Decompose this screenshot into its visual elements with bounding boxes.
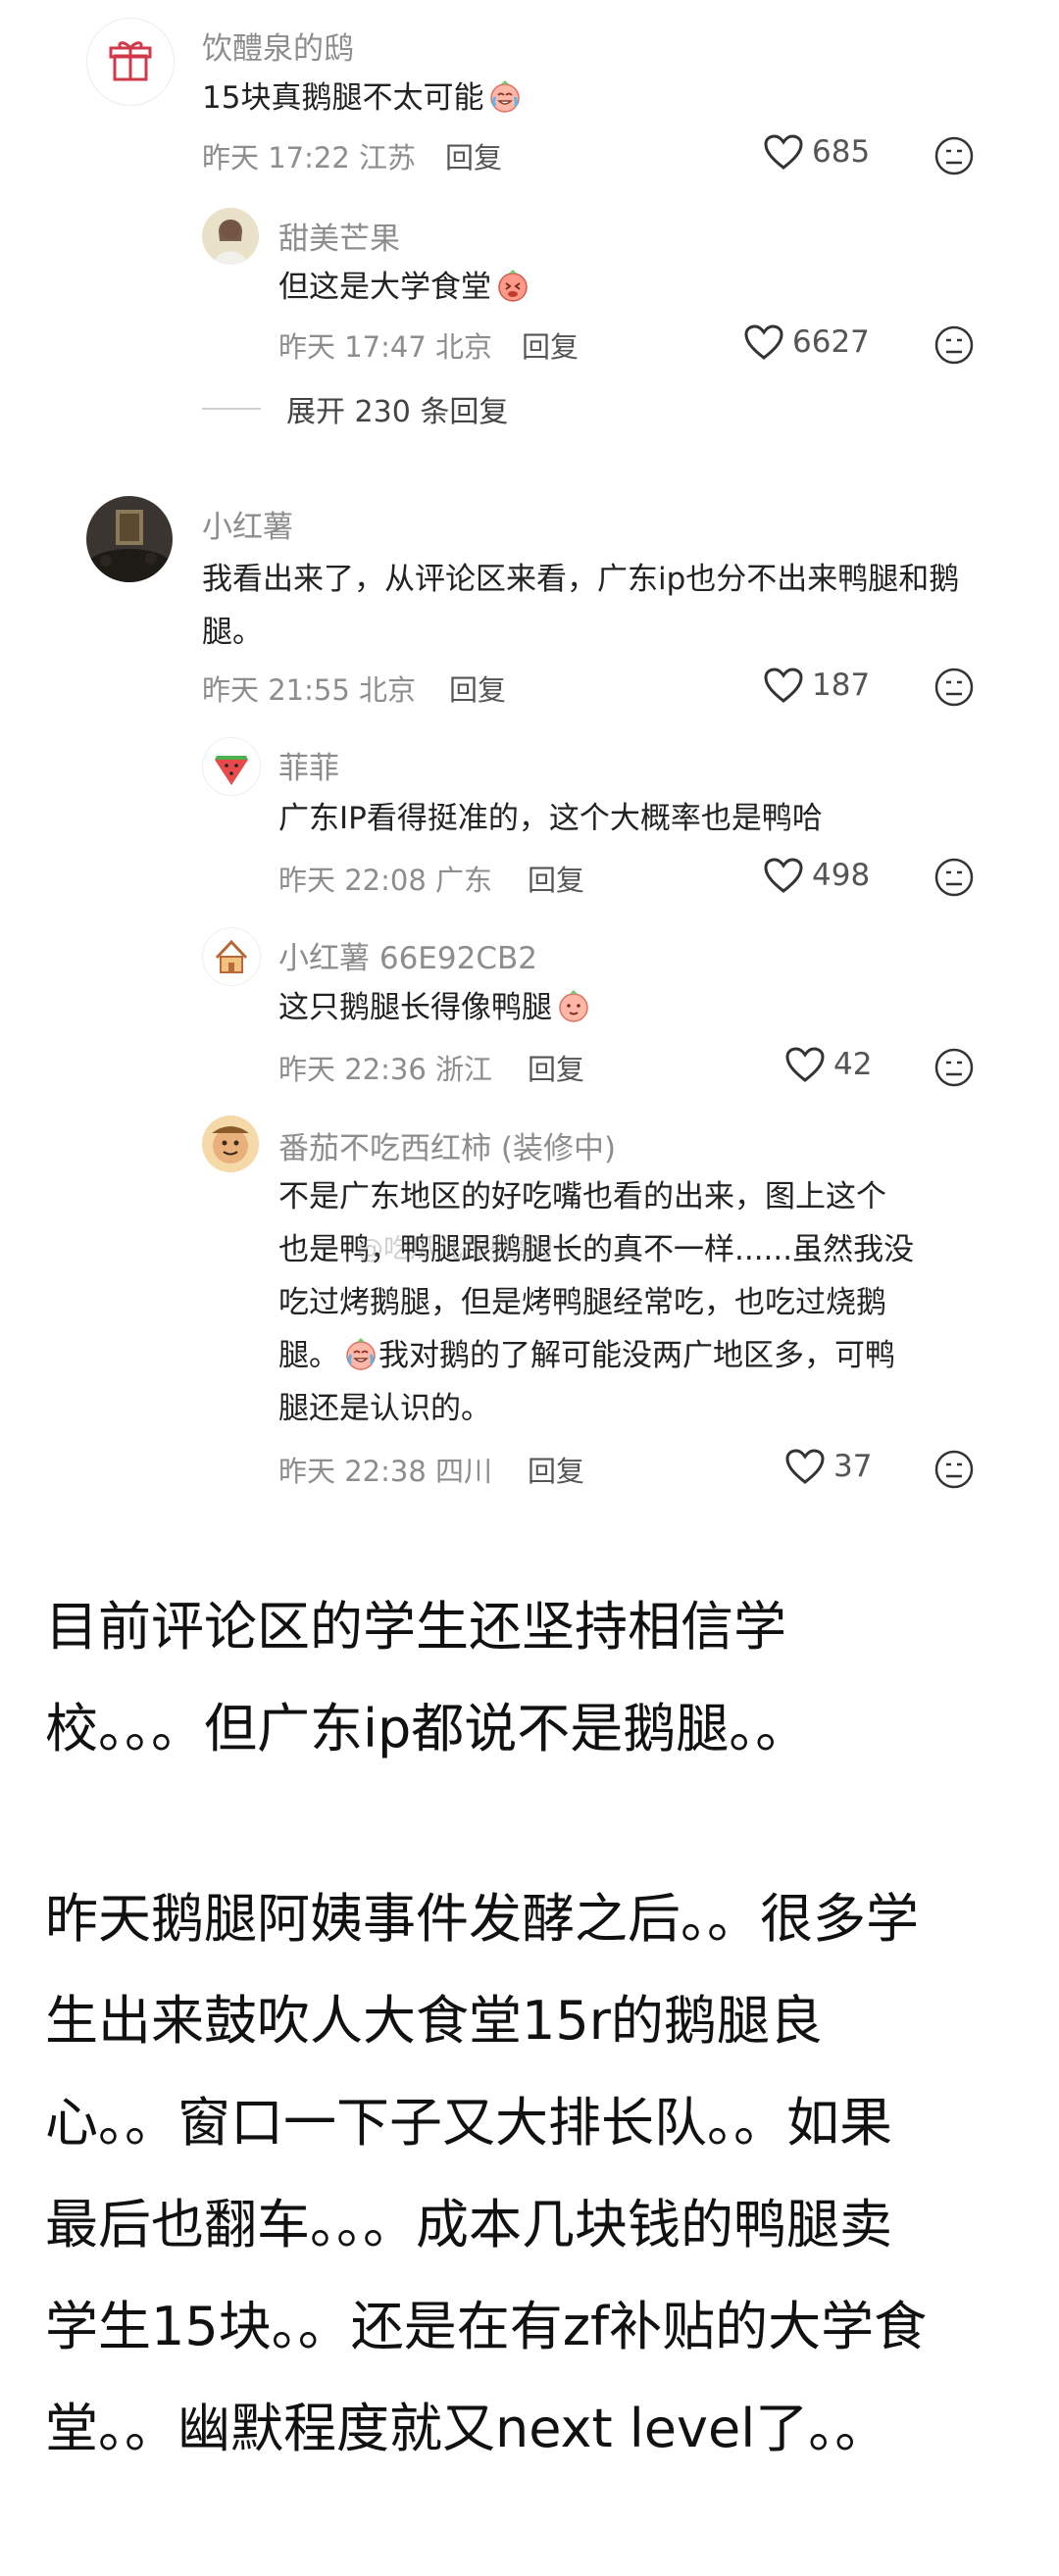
- like-count: 37: [833, 1449, 873, 1484]
- comment-text-content: 但这是大学食堂: [278, 270, 491, 305]
- avatar[interactable]: [86, 18, 175, 106]
- comment-text: 我看出来了，从评论区来看，广东ip也分不出来鸭腿和鹅腿。: [202, 562, 960, 650]
- post-line: 学生15块。。还是在有zf补贴的大学食: [45, 2296, 928, 2357]
- comment-time-location: 昨天 17:47 北京: [278, 330, 493, 364]
- crying-laughing-emoji: [490, 80, 521, 113]
- reply-button[interactable]: 回复: [528, 1449, 584, 1490]
- avatar[interactable]: [202, 927, 261, 986]
- heart-icon: [744, 324, 783, 360]
- expand-replies-label: 展开 230 条回复: [286, 395, 509, 429]
- heart-icon: [764, 668, 803, 703]
- watermark: @吃瓜儿那些事儿: [357, 1234, 569, 1264]
- post-line: 昨天鹅腿阿姨事件发酵之后。。很多学: [45, 1888, 919, 1950]
- watermelon-icon: [215, 756, 248, 785]
- post-line: 堂。。幽默程度就又next level了。。: [45, 2398, 888, 2459]
- heart-icon: [785, 1449, 825, 1484]
- crying-laughing-emoji: [346, 1338, 376, 1370]
- like-button[interactable]: 498: [763, 857, 870, 894]
- dislike-face-icon[interactable]: [933, 857, 975, 898]
- avatar[interactable]: [202, 1115, 259, 1172]
- commenter-name[interactable]: 菲菲: [278, 743, 339, 787]
- commenter-name[interactable]: 饮醴泉的鸱: [202, 24, 354, 68]
- house-icon: [215, 939, 248, 973]
- drooling-emoji: [498, 270, 528, 302]
- comment-time-location: 昨天 17:22 江苏: [202, 141, 417, 174]
- dislike-face-icon[interactable]: [933, 1449, 975, 1490]
- like-count: 6627: [792, 324, 870, 360]
- expand-replies-button[interactable]: 展开 230 条回复: [202, 387, 508, 430]
- dislike-face-icon[interactable]: [933, 667, 975, 708]
- heart-icon: [785, 1047, 825, 1082]
- avatar[interactable]: [86, 496, 173, 582]
- heart-icon: [764, 134, 803, 170]
- reply-button[interactable]: 回复: [528, 1047, 584, 1088]
- like-count: 498: [812, 858, 871, 893]
- reply-button[interactable]: 回复: [528, 858, 584, 899]
- commenter-name[interactable]: 小红薯 66E92CB2: [278, 933, 537, 977]
- commenter-name[interactable]: 番茄不吃西红柿 (装修中): [278, 1123, 616, 1167]
- commenter-name[interactable]: 小红薯: [202, 502, 293, 546]
- like-button[interactable]: 187: [763, 667, 870, 704]
- heart-icon: [764, 858, 803, 893]
- avatar[interactable]: [202, 208, 259, 265]
- comment-text: 这只鹅腿长得像鸭腿: [278, 981, 591, 1034]
- avatar[interactable]: [202, 737, 261, 796]
- smirk-emoji: [559, 990, 588, 1022]
- reply-button[interactable]: 回复: [449, 668, 506, 709]
- comment-text: 但这是大学食堂: [278, 261, 530, 314]
- comment-text-content: 这只鹅腿长得像鸭腿: [278, 990, 552, 1025]
- like-count: 42: [833, 1047, 873, 1082]
- like-button[interactable]: 37: [784, 1448, 872, 1485]
- comment-text-fragment: 我对鹅的了解可能没两广地区多，可鸭: [378, 1338, 895, 1373]
- post-paragraph: 目前评论区的学生还坚持相信学 校。。。但广东ip都说不是鹅腿。。: [45, 1576, 1026, 1780]
- post-paragraph: 昨天鹅腿阿姨事件发酵之后。。很多学 生出来鼓吹人大食堂15r的鹅腿良 心。。窗口…: [45, 1868, 1026, 2480]
- dislike-face-icon[interactable]: [933, 1047, 975, 1088]
- cartoon-face-icon: [202, 1115, 259, 1172]
- like-count: 187: [812, 668, 871, 703]
- reply-button[interactable]: 回复: [522, 324, 579, 366]
- post-line: 生出来鼓吹人大食堂15r的鹅腿良: [45, 1990, 823, 2052]
- post-line: 最后也翻车。。。成本几块钱的鸭腿卖: [45, 2194, 892, 2255]
- like-button[interactable]: 6627: [743, 323, 870, 361]
- post-body: 目前评论区的学生还坚持相信学 校。。。但广东ip都说不是鹅腿。。 昨天鹅腿阿姨事…: [45, 1576, 1026, 2480]
- comment-text-content: 15块真鹅腿不太可能: [202, 80, 484, 116]
- reply-button[interactable]: 回复: [445, 135, 502, 176]
- like-count: 685: [812, 134, 871, 170]
- comment-text-line: 腿还是认识的。: [278, 1391, 491, 1426]
- museum-photo-icon: [86, 496, 173, 582]
- comment-text-line: 吃过烤鹅腿，但是烤鸭腿经常吃，也吃过烧鹅: [278, 1285, 886, 1320]
- post-line: 心。。窗口一下子又大排长队。。如果: [45, 2092, 892, 2154]
- dislike-face-icon[interactable]: [933, 324, 975, 366]
- comment-text-fragment: 腿。: [278, 1338, 339, 1373]
- comment-text-line-with-emoji: 腿。 我对鹅的了解可能没两广地区多，可鸭: [278, 1329, 994, 1382]
- comment-time-location: 昨天 22:08 广东: [278, 864, 493, 897]
- gift-icon: [109, 41, 152, 81]
- divider-line: [202, 408, 261, 410]
- comment-time-location: 昨天 22:38 四川: [278, 1455, 493, 1488]
- like-button[interactable]: 42: [784, 1046, 872, 1083]
- comment-text: 广东IP看得挺准的，这个大概率也是鸭哈: [278, 801, 823, 836]
- comment-time-location: 昨天 21:55 北京: [202, 673, 417, 707]
- like-button[interactable]: 685: [763, 133, 870, 171]
- dislike-face-icon[interactable]: [933, 135, 975, 176]
- commenter-name[interactable]: 甜美芒果: [278, 214, 400, 258]
- comment-text-line: 不是广东地区的好吃嘴也看的出来，图上这个: [278, 1179, 886, 1214]
- post-line: 校。。。但广东ip都说不是鹅腿。。: [45, 1698, 809, 1759]
- comment-text: 不是广东地区的好吃嘴也看的出来，图上这个 也是鸭，鸭腿跟鹅腿长的真不一样....…: [278, 1170, 994, 1435]
- post-line: 目前评论区的学生还坚持相信学: [45, 1596, 786, 1658]
- comment-time-location: 昨天 22:36 浙江: [278, 1053, 493, 1086]
- user-photo-icon: [202, 208, 259, 265]
- comment-text: 15块真鹅腿不太可能: [202, 72, 523, 124]
- comment-section: 饮醴泉的鸱 15块真鹅腿不太可能 昨天 17:22 江苏 回复 685 甜美芒果…: [0, 0, 1059, 1529]
